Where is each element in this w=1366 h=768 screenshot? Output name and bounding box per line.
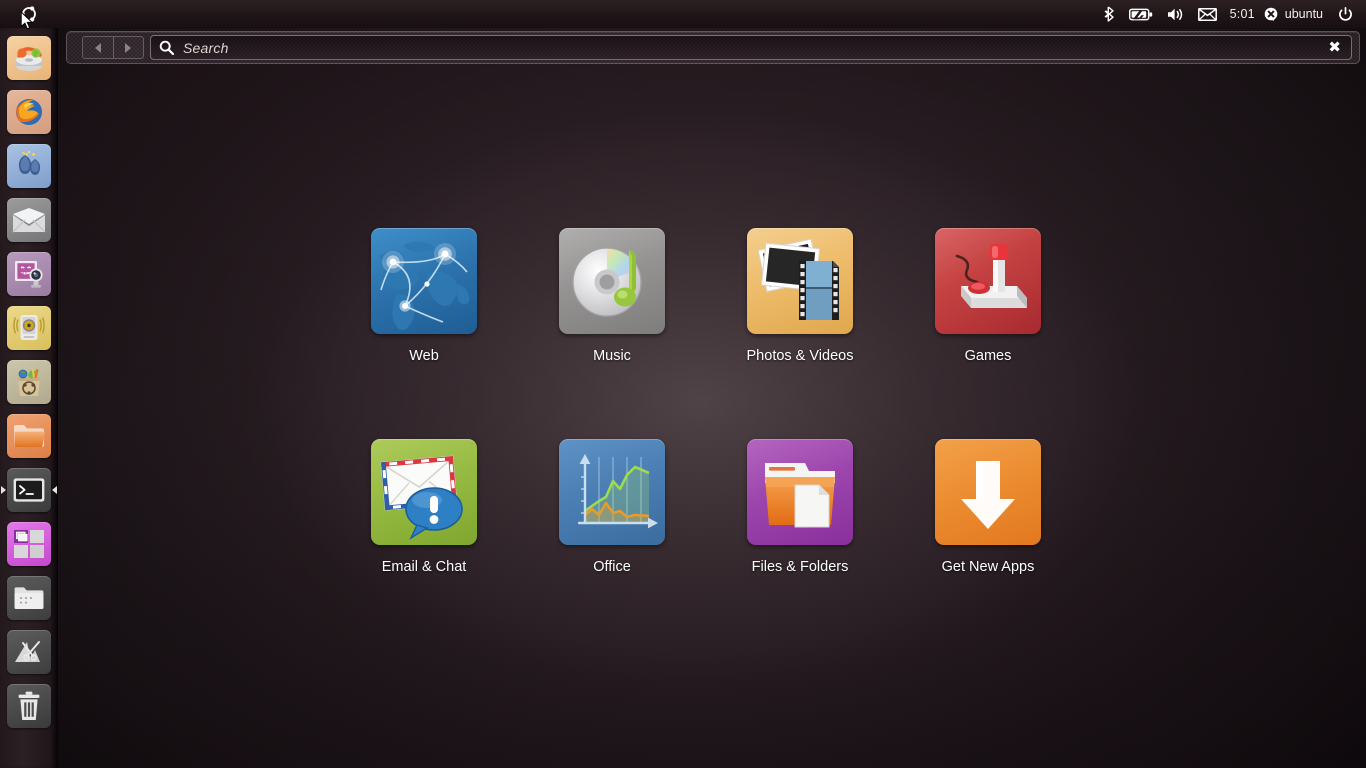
- power-icon: [1339, 6, 1352, 21]
- bluetooth-indicator[interactable]: [1097, 0, 1122, 28]
- battery-indicator[interactable]: [1122, 0, 1160, 28]
- software-center-icon: [7, 36, 51, 80]
- launcher-item-ubuntu-one[interactable]: [0, 625, 58, 679]
- launcher-item-thunderbird[interactable]: [0, 193, 58, 247]
- launcher-item-empathy[interactable]: [0, 139, 58, 193]
- dash-search-bar: Search ✖: [66, 31, 1360, 64]
- dash-navigation-group: [82, 36, 144, 59]
- launcher-item-trash[interactable]: [0, 679, 58, 733]
- launcher-running-indicator: [1, 486, 6, 494]
- launcher-item-workspace-switcher[interactable]: [0, 517, 58, 571]
- home-folder-icon: [7, 414, 51, 458]
- launcher-item-software-center[interactable]: [0, 31, 58, 85]
- clock-label: 5:01: [1229, 7, 1255, 21]
- dash-category-photos-videos[interactable]: Photos & Videos: [706, 228, 894, 439]
- bluetooth-icon: [1104, 6, 1114, 22]
- update-manager-icon: [7, 360, 51, 404]
- dash-category-email-chat[interactable]: Email & Chat: [330, 439, 518, 650]
- dash-category-music[interactable]: Music: [518, 228, 706, 439]
- back-button[interactable]: [83, 37, 113, 58]
- dash-category-office[interactable]: Office: [518, 439, 706, 650]
- globe-network-icon: [371, 228, 477, 334]
- dash-category-label: Web: [409, 348, 439, 364]
- dash-category-files-folders[interactable]: Files & Folders: [706, 439, 894, 650]
- search-icon: [159, 40, 174, 55]
- user-status-icon: [1264, 7, 1278, 21]
- dash-category-label: Games: [964, 348, 1012, 364]
- messaging-indicator[interactable]: [1191, 0, 1224, 28]
- dash-category-web[interactable]: Web: [330, 228, 518, 439]
- envelope-icon: [1197, 7, 1217, 21]
- launcher-item-firefox[interactable]: [0, 85, 58, 139]
- session-power-indicator[interactable]: [1331, 0, 1360, 28]
- dash-category-label: Files & Folders: [751, 559, 849, 575]
- photos-filmstrip-icon: [747, 228, 853, 334]
- launcher-item-file-manager[interactable]: [0, 571, 58, 625]
- scissors-icon: [7, 630, 51, 674]
- rhythmbox-icon: [7, 306, 51, 350]
- user-name-label: ubuntu: [1284, 7, 1323, 21]
- dash-category-label: Email & Chat: [381, 559, 467, 575]
- workspace-switcher-icon: [7, 522, 51, 566]
- envelope-chat-icon: [371, 439, 477, 545]
- cd-music-note-icon: [559, 228, 665, 334]
- joystick-icon: [935, 228, 1041, 334]
- download-arrow-icon: [935, 439, 1041, 545]
- clock-indicator[interactable]: 5:01: [1224, 0, 1261, 28]
- mail-client-icon: [7, 198, 51, 242]
- launcher-item-cheese[interactable]: [0, 247, 58, 301]
- forward-button[interactable]: [112, 37, 143, 58]
- line-chart-icon: [559, 439, 665, 545]
- cheese-webcam-icon: [7, 252, 51, 296]
- panel-title-area: [58, 0, 1097, 28]
- dash-category-label: Get New Apps: [941, 559, 1035, 575]
- top-panel: 5:01 ubuntu: [0, 0, 1366, 30]
- dash-home-button[interactable]: [0, 0, 58, 30]
- launcher-item-terminal[interactable]: [0, 463, 58, 517]
- dash-category-label: Music: [593, 348, 631, 364]
- dash-category-get-new-apps[interactable]: Get New Apps: [894, 439, 1082, 650]
- launcher-item-rhythmbox[interactable]: [0, 301, 58, 355]
- user-menu-indicator[interactable]: ubuntu: [1261, 0, 1331, 28]
- launcher-focused-indicator: [52, 486, 57, 494]
- empathy-icon: [7, 144, 51, 188]
- search-clear-button[interactable]: ✖: [1326, 40, 1343, 55]
- file-manager-icon: [7, 576, 51, 620]
- battery-icon: [1128, 8, 1152, 20]
- unity-launcher: [0, 28, 58, 768]
- desktop-screen: 5:01 ubuntu Search ✖ Web Music Photos & …: [0, 0, 1366, 768]
- launcher-item-update-manager[interactable]: [0, 355, 58, 409]
- chevron-right-icon: [125, 42, 132, 53]
- volume-indicator[interactable]: [1160, 0, 1191, 28]
- dash-category-label: Office: [593, 559, 631, 575]
- dash-category-grid: Web Music Photos & Videos Games Email & …: [330, 228, 1082, 650]
- dash-category-games[interactable]: Games: [894, 228, 1082, 439]
- trash-icon: [7, 684, 51, 728]
- chevron-left-icon: [94, 42, 101, 53]
- indicator-area: 5:01 ubuntu: [1097, 0, 1366, 28]
- dash-category-label: Photos & Videos: [746, 348, 854, 364]
- firefox-icon: [7, 90, 51, 134]
- search-placeholder: Search: [183, 39, 229, 56]
- terminal-icon: [7, 468, 51, 512]
- launcher-item-files[interactable]: [0, 409, 58, 463]
- volume-icon: [1167, 8, 1182, 20]
- folder-document-icon: [747, 439, 853, 545]
- search-input[interactable]: Search ✖: [150, 35, 1352, 60]
- mouse-cursor: [20, 11, 34, 30]
